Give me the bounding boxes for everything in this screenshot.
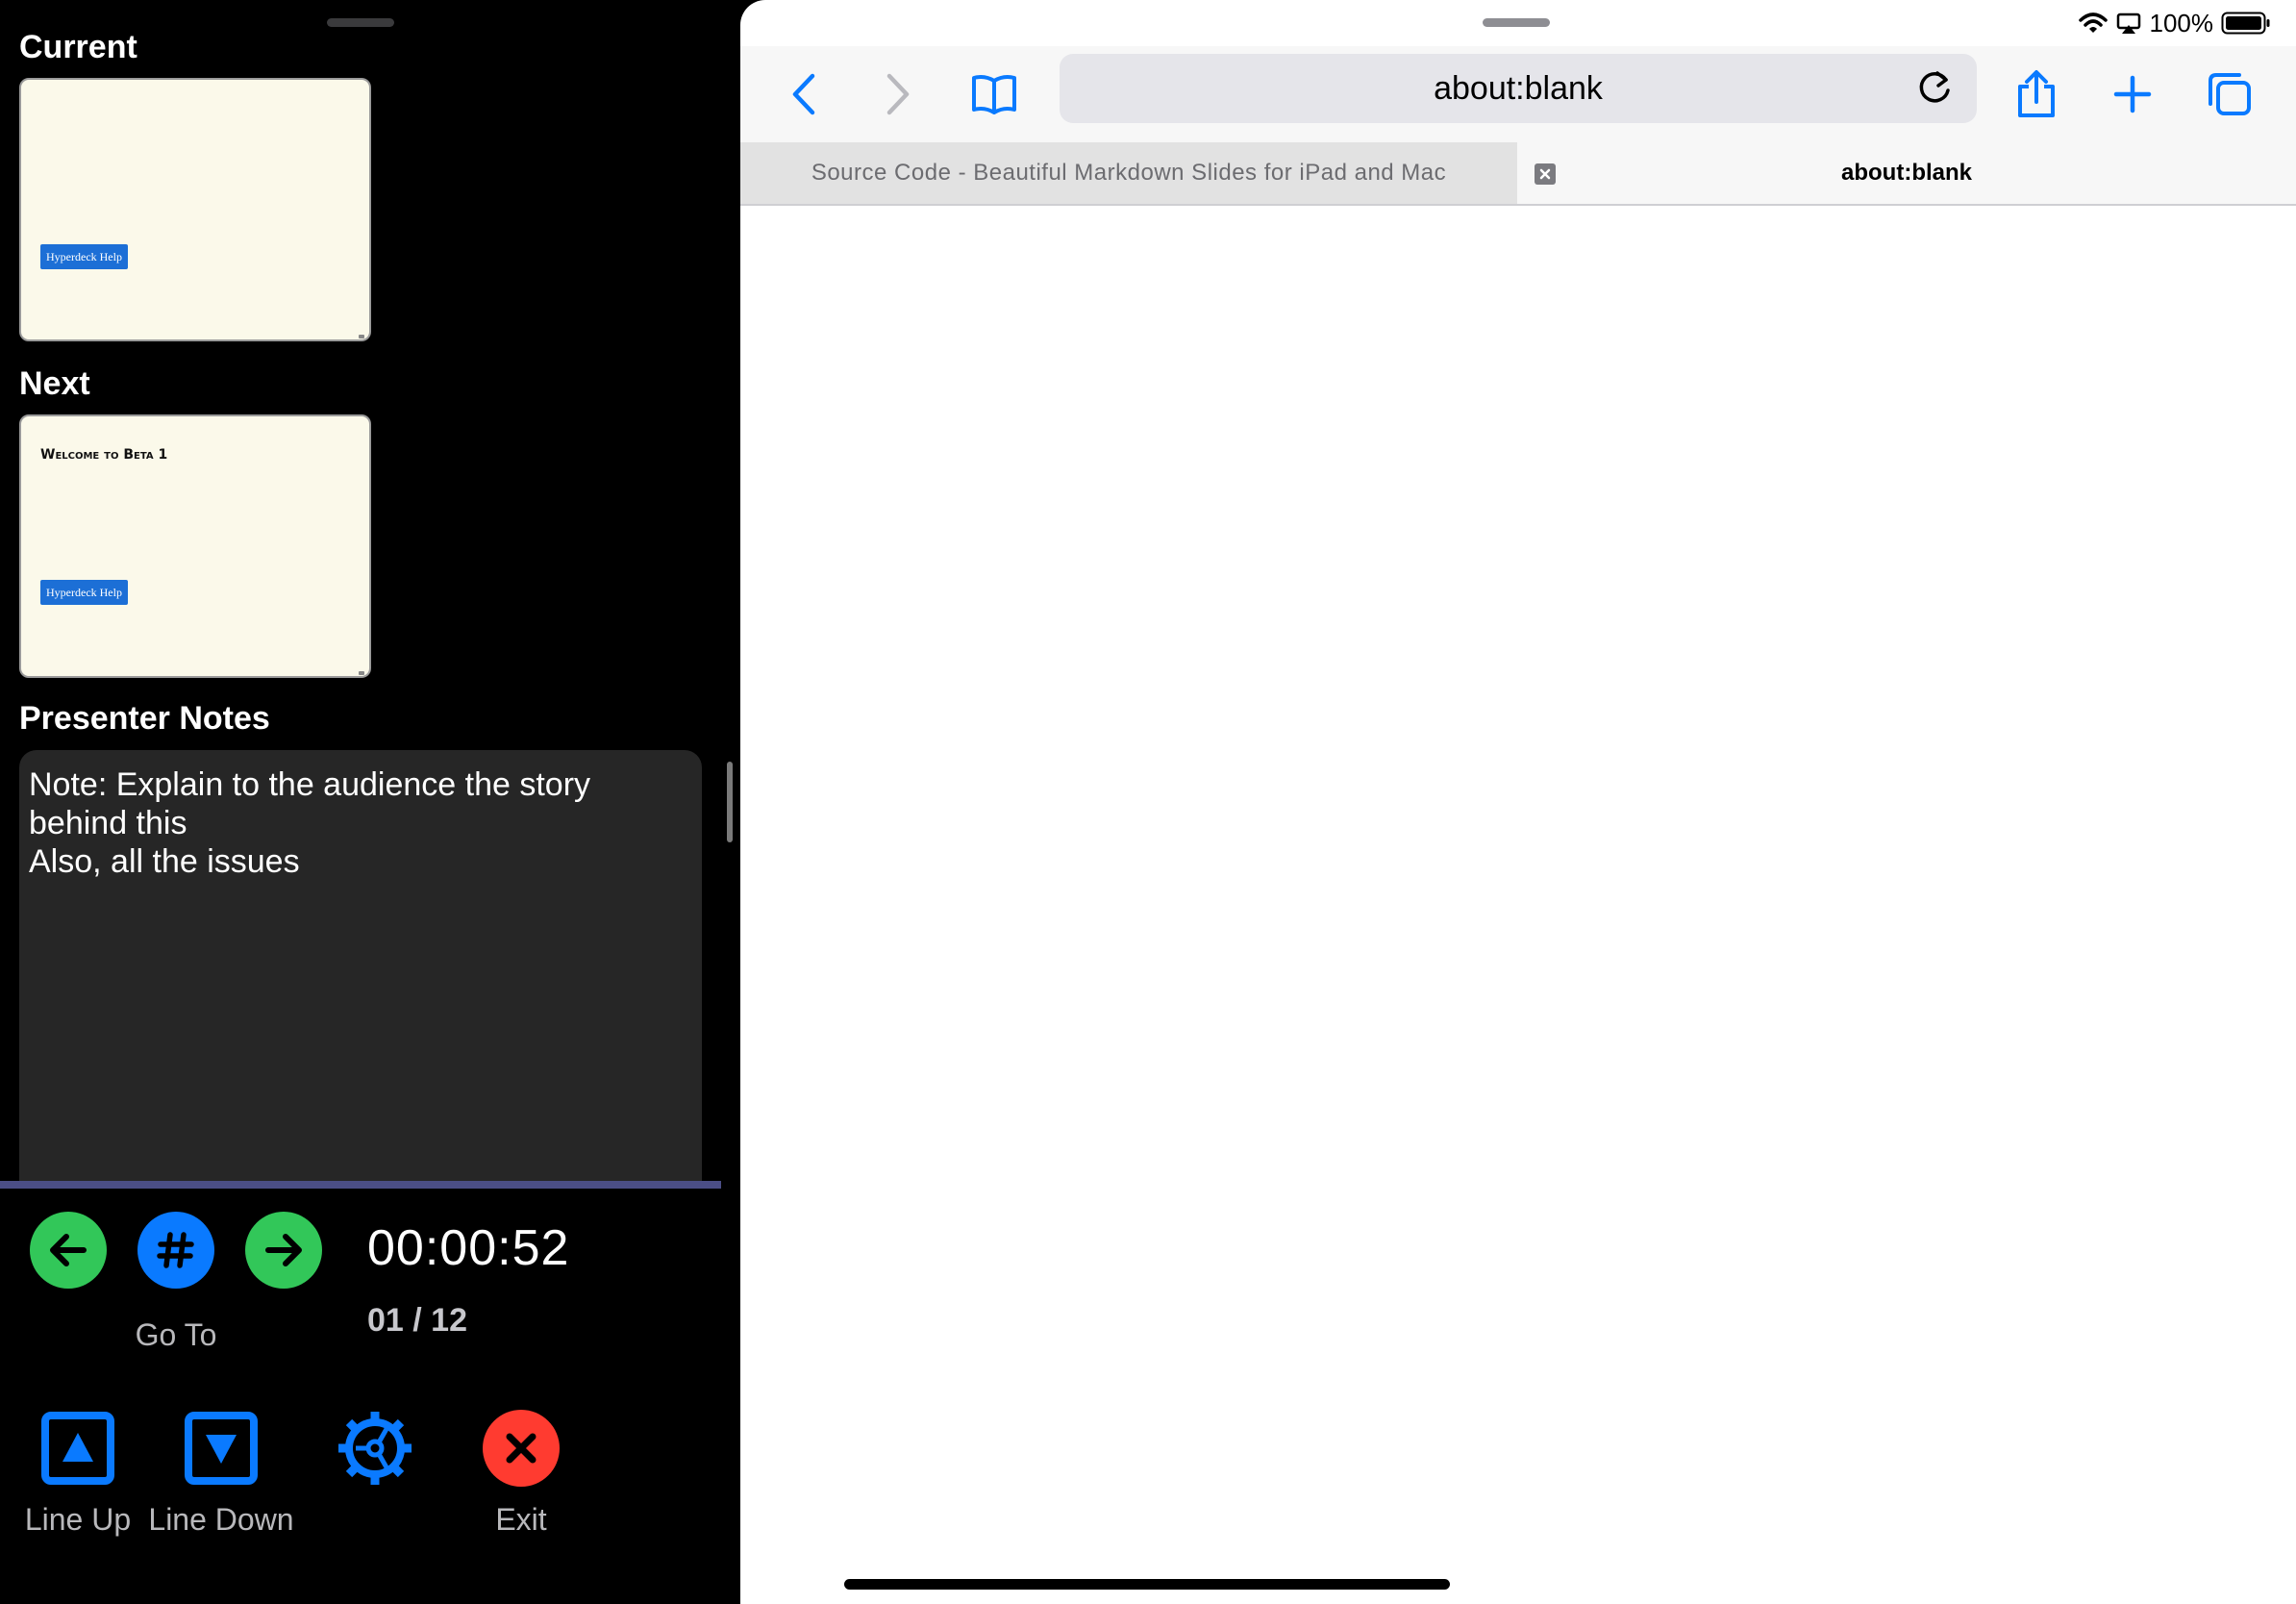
exit-label: Exit xyxy=(495,1502,547,1537)
next-slide-thumbnail: Welcome to Beta 1 Hyperdeck Help xyxy=(19,414,371,678)
presenter-notes-label: Presenter Notes xyxy=(19,700,270,737)
tab-label: Source Code - Beautiful Markdown Slides … xyxy=(811,160,1447,186)
slide-counter: 01 / 12 xyxy=(367,1302,467,1339)
current-slide-thumbnail: Hyperdeck Help xyxy=(19,78,371,341)
back-icon xyxy=(792,73,815,115)
address-bar[interactable]: about:blank xyxy=(1060,54,1977,123)
panel-grabber[interactable] xyxy=(327,18,394,27)
next-slide-title: Welcome to Beta 1 xyxy=(40,447,168,463)
forward-button[interactable] xyxy=(869,65,927,123)
web-page-content[interactable] xyxy=(740,206,2296,1604)
forward-icon xyxy=(886,73,910,115)
bookmarks-button[interactable] xyxy=(965,65,1023,123)
slide-corner-mark xyxy=(359,335,364,338)
notes-scrollbar[interactable] xyxy=(727,762,733,842)
current-label: Current xyxy=(19,29,137,65)
tabs-overview-button[interactable] xyxy=(2200,65,2258,123)
hash-icon xyxy=(157,1232,194,1268)
previous-slide-button[interactable] xyxy=(30,1212,107,1289)
presenter-panel: Current Hyperdeck Help Next Welcome to B… xyxy=(0,0,740,1604)
close-icon xyxy=(1539,168,1551,180)
tab-label: about:blank xyxy=(1841,160,1972,186)
home-indicator[interactable] xyxy=(844,1579,1450,1590)
next-label: Next xyxy=(19,365,90,402)
battery-percentage: 100% xyxy=(2149,8,2214,38)
go-to-slide-button[interactable] xyxy=(137,1212,214,1289)
line-down-button[interactable] xyxy=(183,1410,260,1487)
arrow-left-icon xyxy=(50,1234,87,1266)
new-tab-button[interactable] xyxy=(2104,65,2161,123)
line-up-button[interactable] xyxy=(39,1410,116,1487)
address-text: about:blank xyxy=(1434,69,1603,107)
presentation-progress-bar xyxy=(0,1181,721,1189)
exit-button[interactable] xyxy=(483,1410,560,1487)
close-icon xyxy=(506,1433,537,1464)
next-slide-help-button: Hyperdeck Help xyxy=(40,580,128,605)
current-slide-help-button: Hyperdeck Help xyxy=(40,244,128,269)
bookmarks-icon xyxy=(972,75,1016,114)
tab-about-blank[interactable]: about:blank xyxy=(1517,142,2296,204)
wifi-icon xyxy=(2078,13,2108,33)
airplay-icon xyxy=(2116,13,2140,34)
tabs-overview-icon xyxy=(2209,73,2251,115)
share-icon xyxy=(2018,70,2055,117)
browser-window: 100% about:blank Source Code - Beautiful… xyxy=(740,0,2296,1604)
slide-corner-mark xyxy=(359,671,364,675)
tab-bar: Source Code - Beautiful Markdown Slides … xyxy=(740,142,2296,206)
window-grabber[interactable] xyxy=(1483,18,1550,27)
reload-icon[interactable] xyxy=(1911,65,1958,112)
tab-source-code[interactable]: Source Code - Beautiful Markdown Slides … xyxy=(740,142,1517,204)
browser-toolbar: about:blank xyxy=(740,46,2296,142)
next-slide-button[interactable] xyxy=(245,1212,322,1289)
share-button[interactable] xyxy=(2008,65,2065,123)
line-up-label: Line Up xyxy=(24,1502,132,1537)
go-to-label: Go To xyxy=(135,1317,217,1352)
back-button[interactable] xyxy=(775,65,833,123)
new-tab-icon xyxy=(2113,75,2152,113)
elapsed-timer: 00:00:52 xyxy=(367,1220,570,1276)
close-tab-button[interactable] xyxy=(1535,163,1556,185)
status-bar: 100% xyxy=(2078,0,2296,46)
settings-gear-button[interactable] xyxy=(337,1410,413,1487)
presenter-notes-text[interactable]: Note: Explain to the audience the story … xyxy=(19,750,702,1183)
battery-icon xyxy=(2221,12,2270,35)
line-down-label: Line Down xyxy=(148,1502,294,1537)
arrow-right-icon xyxy=(265,1234,302,1266)
